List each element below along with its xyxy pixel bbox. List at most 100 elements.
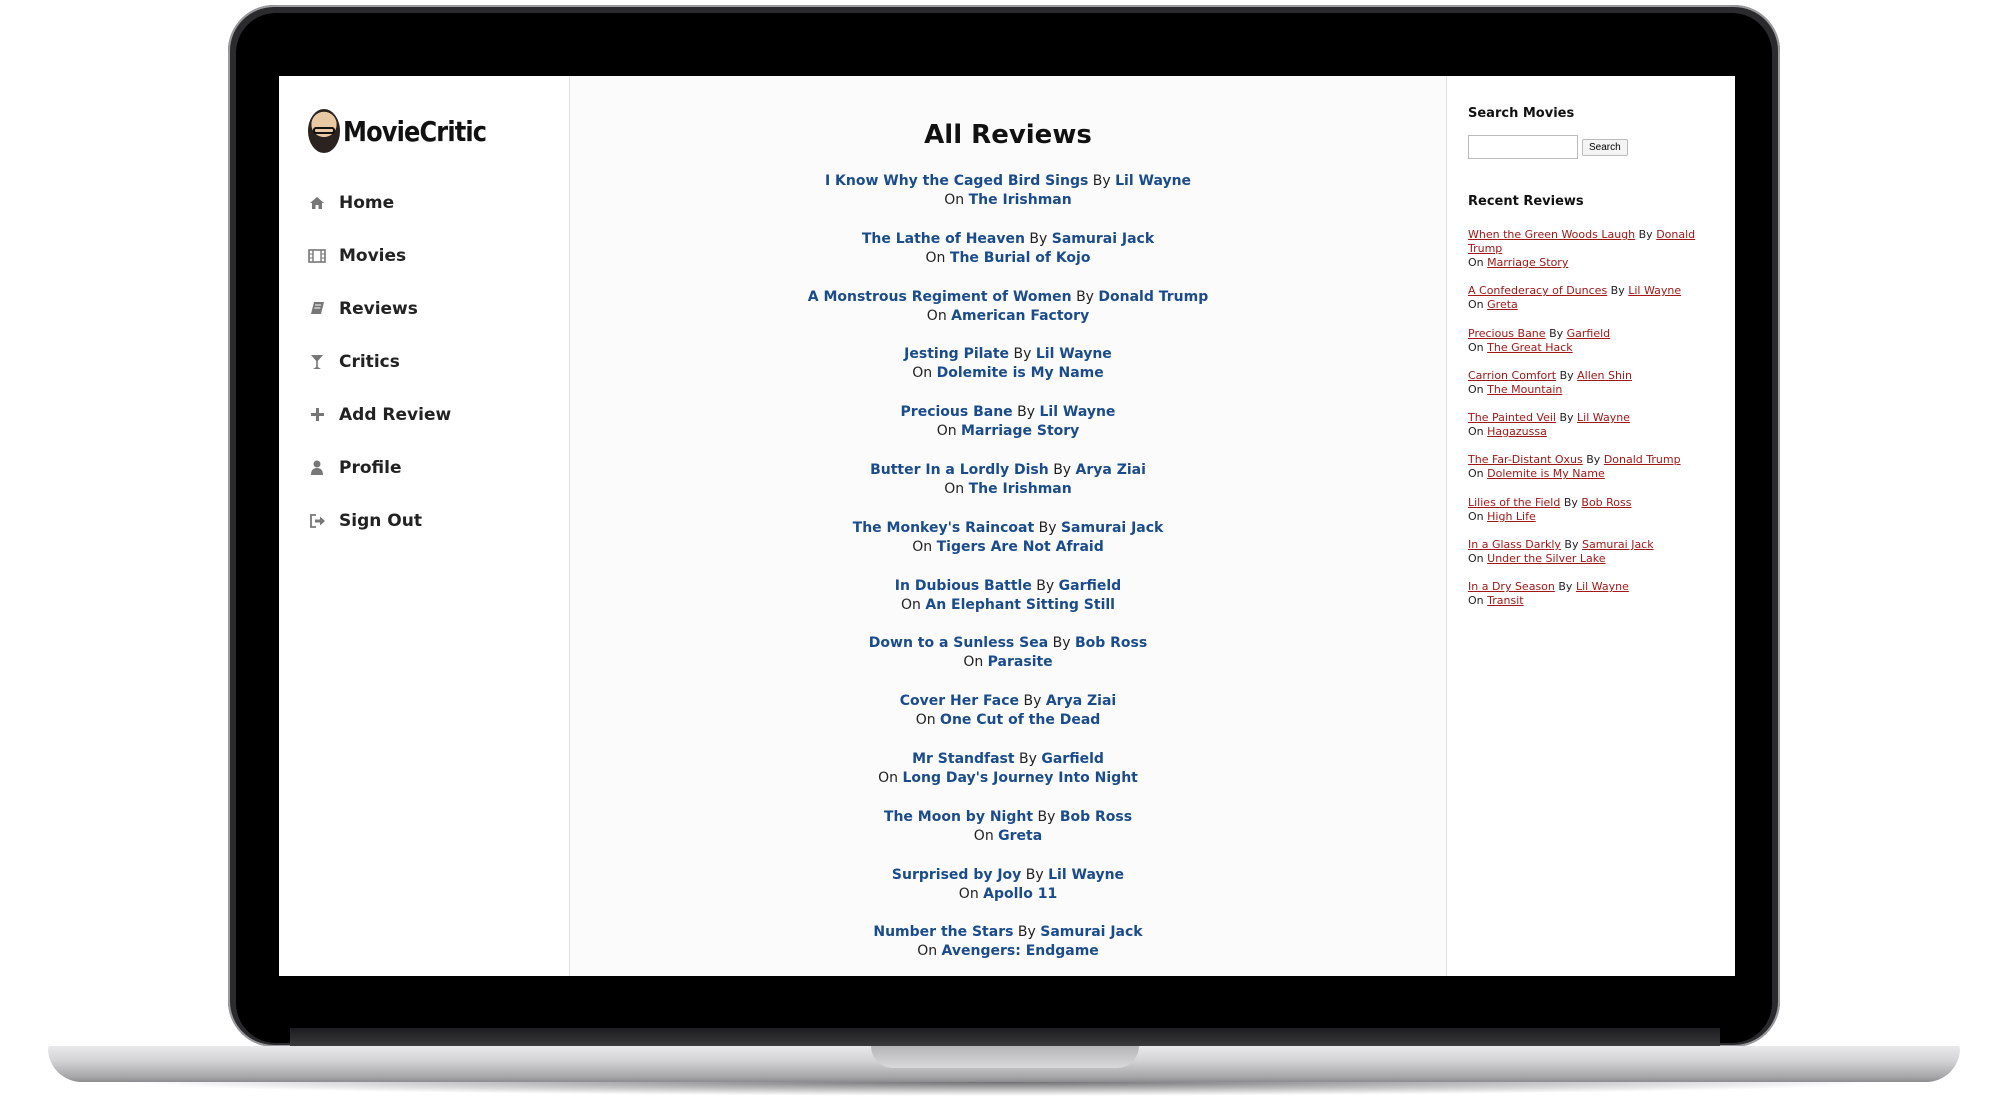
search-button[interactable]: Search: [1582, 138, 1628, 156]
recent-review-movie-link[interactable]: The Great Hack: [1487, 341, 1573, 354]
recent-review-title-link[interactable]: Lilies of the Field: [1468, 496, 1560, 509]
recent-review-title-link[interactable]: When the Green Woods Laugh: [1468, 228, 1635, 241]
review-line: Down to a Sunless Sea By Bob Ross: [570, 634, 1446, 653]
recent-review-movie-link[interactable]: Marriage Story: [1487, 256, 1568, 269]
laptop-hinge: [290, 1028, 1720, 1046]
recent-review-author-link[interactable]: Lil Wayne: [1576, 580, 1629, 593]
recent-review-title-link[interactable]: In a Dry Season: [1468, 580, 1555, 593]
recent-review-movie-link[interactable]: Transit: [1487, 594, 1523, 607]
nav-item-movies[interactable]: Movies: [307, 229, 451, 282]
search-input[interactable]: [1468, 135, 1578, 159]
review-author-link[interactable]: Bob Ross: [1060, 809, 1132, 825]
recent-review-movie-link[interactable]: Under the Silver Lake: [1487, 552, 1605, 565]
on-label: On: [973, 827, 994, 844]
review-author-link[interactable]: Samurai Jack: [1040, 924, 1142, 940]
nav-item-sign-out[interactable]: Sign Out: [307, 494, 451, 547]
review-movie-link[interactable]: American Factory: [951, 308, 1089, 324]
recent-review-author-link[interactable]: Bob Ross: [1581, 496, 1631, 509]
recent-review-author-link[interactable]: Garfield: [1567, 327, 1611, 340]
review-movie-line: On Avengers: Endgame: [570, 942, 1446, 961]
sidebar: MovieCritic Home Movies Reviews Critics …: [279, 76, 570, 976]
review-movie-link[interactable]: Parasite: [988, 654, 1053, 670]
by-label: By: [1052, 635, 1071, 652]
recent-review-title-link[interactable]: The Painted Veil: [1468, 411, 1556, 424]
nav-item-home[interactable]: Home: [307, 176, 451, 229]
logo[interactable]: MovieCritic: [308, 107, 509, 155]
recent-review-author-link[interactable]: Lil Wayne: [1577, 411, 1630, 424]
review-movie-line: On Dolemite is My Name: [570, 364, 1446, 383]
recent-review-movie-link[interactable]: The Mountain: [1487, 383, 1562, 396]
review-movie-link[interactable]: Dolemite is My Name: [937, 365, 1104, 381]
review-item: Butter In a Lordly Dish By Arya Ziai On T…: [570, 461, 1446, 519]
laptop-base-shadow: [120, 1082, 1890, 1096]
review-title-link[interactable]: The Moon by Night: [884, 809, 1033, 825]
review-author-link[interactable]: Arya Ziai: [1046, 693, 1116, 709]
review-movie-link[interactable]: One Cut of the Dead: [940, 712, 1100, 728]
recent-review-author-link[interactable]: Lil Wayne: [1628, 284, 1681, 297]
review-title-link[interactable]: The Monkey's Raincoat: [853, 520, 1035, 536]
avatar: [308, 109, 340, 153]
review-line: Precious Bane By Lil Wayne: [570, 403, 1446, 422]
review-movie-link[interactable]: The Irishman: [969, 481, 1072, 497]
review-movie-link[interactable]: An Elephant Sitting Still: [925, 597, 1115, 613]
recent-review-title-link[interactable]: Precious Bane: [1468, 327, 1546, 340]
recent-review-author-link[interactable]: Allen Shin: [1577, 369, 1632, 382]
recent-review-movie-link[interactable]: High Life: [1487, 510, 1536, 523]
review-author-link[interactable]: Samurai Jack: [1061, 520, 1163, 536]
review-title-link[interactable]: Number the Stars: [873, 924, 1013, 940]
nav-item-profile[interactable]: Profile: [307, 441, 451, 494]
by-label: By: [1038, 519, 1057, 536]
review-title-link[interactable]: The Lathe of Heaven: [862, 231, 1025, 247]
review-title-link[interactable]: A Monstrous Regiment of Women: [808, 289, 1072, 305]
review-author-link[interactable]: Arya Ziai: [1076, 462, 1146, 478]
recent-review-title-link[interactable]: Carrion Comfort: [1468, 369, 1556, 382]
recent-review-item: The Far-Distant Oxus By Donald Trump On D…: [1468, 453, 1718, 481]
review-movie-link[interactable]: Marriage Story: [961, 423, 1079, 439]
review-movie-link[interactable]: Tigers Are Not Afraid: [937, 539, 1104, 555]
review-title-link[interactable]: Down to a Sunless Sea: [869, 635, 1048, 651]
review-title-link[interactable]: Precious Bane: [901, 404, 1013, 420]
by-label: By: [1013, 346, 1032, 363]
review-title-link[interactable]: Cover Her Face: [900, 693, 1019, 709]
reviews-list: I Know Why the Caged Bird Sings By Lil W…: [570, 172, 1446, 976]
review-title-link[interactable]: Jesting Pilate: [904, 346, 1009, 362]
on-label: On: [936, 423, 957, 440]
recent-review-item: A Confederacy of Dunces By Lil Wayne On G…: [1468, 284, 1718, 312]
review-movie-link[interactable]: Long Day's Journey Into Night: [902, 770, 1137, 786]
review-movie-link[interactable]: Apollo 11: [983, 886, 1057, 902]
review-author-link[interactable]: Garfield: [1041, 751, 1104, 767]
nav-item-critics[interactable]: Critics: [307, 335, 451, 388]
review-title-link[interactable]: I Know Why the Caged Bird Sings: [825, 173, 1088, 189]
review-movie-link[interactable]: Avengers: Endgame: [942, 943, 1099, 959]
review-author-link[interactable]: Bob Ross: [1075, 635, 1147, 651]
nav-item-add-review[interactable]: Add Review: [307, 388, 451, 441]
review-title-link[interactable]: In Dubious Battle: [895, 578, 1032, 594]
review-author-link[interactable]: Lil Wayne: [1048, 867, 1124, 883]
recent-review-title-link[interactable]: In a Glass Darkly: [1468, 538, 1561, 551]
review-author-link[interactable]: Donald Trump: [1098, 289, 1208, 305]
review-line: The Monkey's Raincoat By Samurai Jack: [570, 519, 1446, 538]
book-icon: [307, 299, 327, 319]
recent-review-movie-link[interactable]: Dolemite is My Name: [1487, 467, 1605, 480]
recent-review-author-link[interactable]: Donald Trump: [1604, 453, 1681, 466]
review-movie-link[interactable]: Greta: [998, 828, 1042, 844]
review-title-link[interactable]: Butter In a Lordly Dish: [870, 462, 1049, 478]
review-author-link[interactable]: Garfield: [1059, 578, 1122, 594]
recent-review-title-link[interactable]: A Confederacy of Dunces: [1468, 284, 1607, 297]
review-title-link[interactable]: Surprised by Joy: [892, 867, 1021, 883]
review-title-link[interactable]: Mr Standfast: [912, 751, 1014, 767]
nav-item-reviews[interactable]: Reviews: [307, 282, 451, 335]
review-movie-line: On Parasite: [570, 653, 1446, 672]
review-author-link[interactable]: Lil Wayne: [1036, 346, 1112, 362]
recent-review-author-link[interactable]: Samurai Jack: [1582, 538, 1654, 551]
review-movie-link[interactable]: The Irishman: [969, 192, 1072, 208]
on-label: On: [1468, 256, 1484, 269]
review-author-link[interactable]: Lil Wayne: [1039, 404, 1115, 420]
review-movie-link[interactable]: The Burial of Kojo: [950, 250, 1091, 266]
recent-review-movie-link[interactable]: Greta: [1487, 298, 1518, 311]
review-author-link[interactable]: Lil Wayne: [1115, 173, 1191, 189]
recent-review-item: When the Green Woods Laugh By Donald Tru…: [1468, 228, 1718, 270]
recent-review-movie-link[interactable]: Hagazussa: [1487, 425, 1547, 438]
recent-review-title-link[interactable]: The Far-Distant Oxus: [1468, 453, 1583, 466]
review-author-link[interactable]: Samurai Jack: [1052, 231, 1154, 247]
